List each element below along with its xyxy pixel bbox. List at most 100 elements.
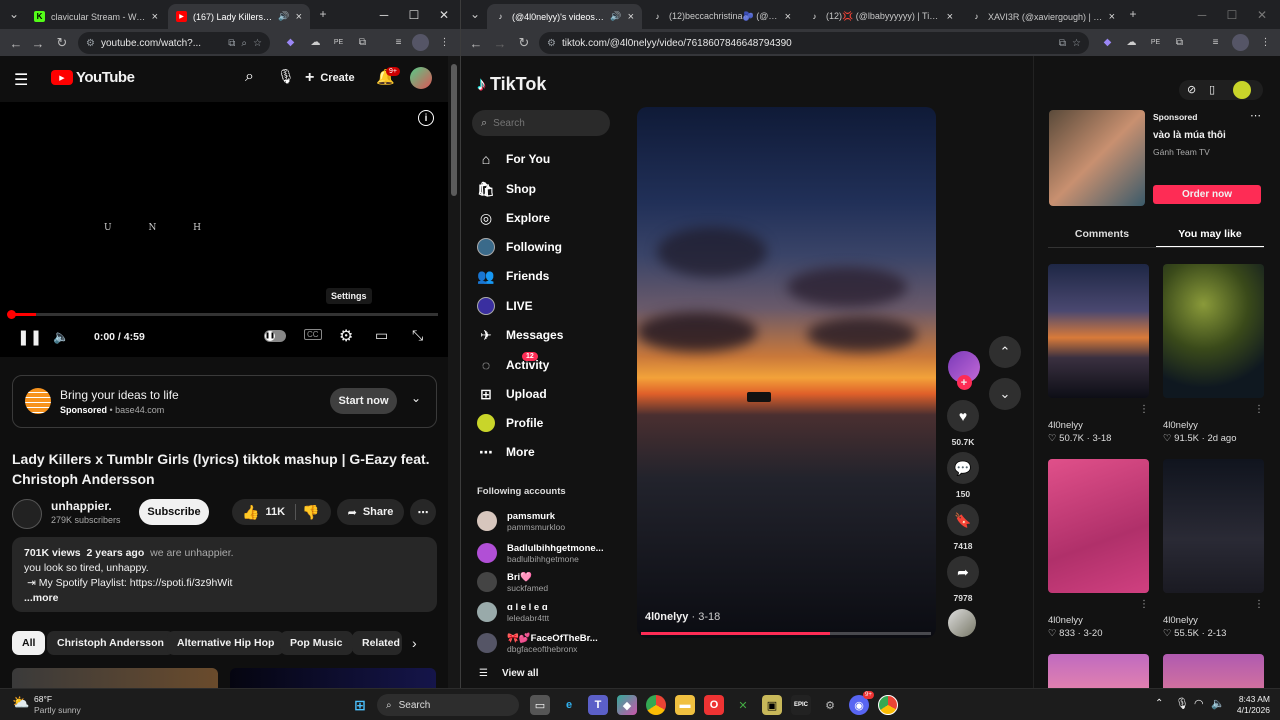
minimize-button[interactable]: ─ (368, 0, 400, 29)
site-info-icon[interactable]: ⚙ (547, 38, 556, 49)
chevron-right-icon[interactable]: › (412, 635, 417, 651)
system-tool-icon[interactable]: ⚙ (820, 695, 840, 715)
close-icon[interactable]: × (947, 11, 953, 23)
maximize-button[interactable]: ☐ (1216, 0, 1248, 29)
chrome-active-icon[interactable] (878, 695, 898, 715)
account-avatar[interactable] (477, 602, 497, 622)
channel-avatar[interactable] (12, 499, 42, 529)
sidebar-item-following[interactable]: Following (477, 235, 562, 259)
xbox-icon[interactable]: ✕ (733, 695, 753, 715)
scrollbar[interactable] (448, 56, 460, 688)
chip[interactable]: Christoph Andersson (47, 631, 174, 655)
suggested-video-thumbnail[interactable] (1163, 264, 1264, 398)
clock[interactable]: 8:43 AM 4/1/2026 (1232, 694, 1270, 716)
volume-icon[interactable]: 🔈 (1211, 697, 1225, 710)
new-tab-button[interactable]: + (313, 4, 333, 24)
following-account[interactable]: pamsmurk pammsmurkloo (477, 506, 565, 536)
show-more-link[interactable]: ...more (24, 591, 425, 606)
media-control-icon[interactable]: ≡ (390, 34, 407, 51)
more-options-icon[interactable]: ⋮ (1254, 599, 1264, 610)
channel-name[interactable]: unhappier. (51, 499, 112, 513)
app-icon[interactable]: ▣ (762, 695, 782, 715)
profile-avatar[interactable] (1233, 81, 1251, 99)
music-disc-icon[interactable] (948, 609, 976, 637)
progress-scrubber[interactable] (7, 310, 16, 319)
more-options-icon[interactable]: ⋮ (1254, 404, 1264, 415)
captions-icon[interactable]: CC (304, 329, 322, 340)
order-now-button[interactable]: Order now (1153, 185, 1261, 204)
back-icon[interactable]: ← (466, 33, 486, 53)
site-info-icon[interactable]: ⚙ (86, 38, 95, 49)
profile-avatar[interactable] (1232, 34, 1249, 51)
bookmark-star-icon[interactable]: ☆ (1072, 38, 1081, 49)
theater-mode-icon[interactable]: ▭ (375, 327, 388, 344)
maximize-button[interactable]: ☐ (398, 0, 430, 29)
video-player[interactable]: i U N H Settings ❚❚ 🔈 0:00 / 4:59 ❚❚ CC … (0, 102, 448, 357)
video-player[interactable]: 4l0nelyy · 3-18 (637, 107, 936, 638)
video-author[interactable]: 4l0nelyy (645, 611, 688, 623)
like-count[interactable]: 11K (265, 506, 285, 518)
comment-action[interactable]: 💬 150 (945, 452, 981, 499)
tab-search-button[interactable]: ⌄ (4, 4, 24, 24)
open-in-icon[interactable]: ⧉ (228, 38, 235, 49)
share-action[interactable]: ➦ 7978 (945, 556, 981, 603)
view-all-link[interactable]: ☰ View all (479, 668, 538, 679)
new-tab-button[interactable]: + (1123, 4, 1143, 24)
settings-gear-icon[interactable]: ⚙ (339, 326, 353, 346)
wifi-icon[interactable]: ◠ (1194, 697, 1204, 710)
share-arrow-icon[interactable]: ➦ (947, 556, 979, 588)
suggested-author[interactable]: 4l0nelyy (1048, 614, 1102, 627)
autoplay-toggle[interactable]: ❚❚ (264, 330, 286, 342)
tab-clavicular[interactable]: K clavicular Stream - Watch Li × (26, 4, 166, 29)
speaker-icon[interactable]: 🔊 (610, 11, 621, 22)
reload-icon[interactable]: ↻ (52, 33, 72, 53)
account-avatar[interactable] (477, 572, 497, 592)
device-icon[interactable]: ▯ (1209, 83, 1215, 96)
compass-icon[interactable]: ⊘ (1187, 83, 1196, 96)
menu-kebab-icon[interactable]: ⋮ (436, 34, 453, 51)
sidebar-item-live[interactable]: LIVE (477, 294, 533, 318)
address-bar[interactable]: ⚙ youtube.com/watch?... ⧉ ⌕ ☆ (78, 32, 270, 54)
author-avatar-button[interactable]: + (946, 351, 982, 390)
subscribe-button[interactable]: Subscribe (139, 499, 209, 525)
tab-comments[interactable]: Comments (1048, 228, 1156, 248)
tab-4l0nelyy[interactable]: ♪ (@4l0nelyy)'s videos with c 🔊 × (487, 4, 642, 29)
tab-beccachristina[interactable]: ♪ (12)beccachristina🫐 (@beccac × (644, 4, 799, 29)
search-icon[interactable]: ⌕ (245, 68, 254, 86)
chip[interactable]: Pop Music (280, 631, 353, 655)
weather-temp[interactable]: 68°F (34, 694, 81, 705)
tab-xavi3r[interactable]: ♪ XAVI3R (@xaviergough) | TikTok × (963, 4, 1123, 29)
more-options-icon[interactable]: ⋮ (1139, 599, 1149, 610)
sidebar-item-more[interactable]: ⋯ More (477, 440, 535, 464)
tab-you-may-like[interactable]: You may like (1156, 228, 1264, 248)
sponsored-thumbnail[interactable] (1049, 110, 1145, 206)
close-icon[interactable]: × (1109, 11, 1115, 23)
window-close-button[interactable]: ✕ (428, 0, 460, 29)
account-avatar[interactable] (410, 67, 432, 89)
account-avatar[interactable] (477, 633, 497, 653)
start-now-button[interactable]: Start now (330, 388, 397, 414)
close-icon[interactable]: × (785, 11, 791, 23)
profile-avatar[interactable] (412, 34, 429, 51)
microphone-icon[interactable]: 🎙 (277, 68, 295, 85)
chrome-icon[interactable] (646, 695, 666, 715)
tray-overflow-icon[interactable]: ⌃ (1155, 698, 1163, 709)
suggested-author[interactable]: 4l0nelyy (1163, 614, 1226, 627)
thumbs-up-icon[interactable]: 👍 (242, 504, 259, 521)
tab-lbabyyyyyy[interactable]: ♪ (12)💢 (@lbabyyyyyy) | TikTok × (801, 4, 961, 29)
sidebar-item-explore[interactable]: ◎ Explore (477, 206, 550, 230)
teams-icon[interactable]: T (588, 695, 608, 715)
follow-plus-icon[interactable]: + (956, 375, 972, 390)
back-icon[interactable]: ← (6, 33, 26, 53)
sidebar-item-upload[interactable]: ⊞ Upload (477, 382, 547, 406)
thumbs-down-icon[interactable]: 👎 (302, 504, 319, 521)
weather-desc[interactable]: Partly sunny (34, 705, 81, 716)
close-icon[interactable]: × (152, 11, 158, 23)
suggested-author[interactable]: 4l0nelyy (1163, 419, 1237, 432)
suggested-video-thumbnail[interactable] (1163, 459, 1264, 593)
volume-icon[interactable]: 🔈 (53, 329, 69, 345)
office-icon[interactable]: O (704, 695, 724, 715)
hamburger-menu-icon[interactable]: ☰ (14, 70, 28, 90)
account-avatar[interactable] (477, 543, 497, 563)
minimize-button[interactable]: ─ (1186, 0, 1218, 29)
